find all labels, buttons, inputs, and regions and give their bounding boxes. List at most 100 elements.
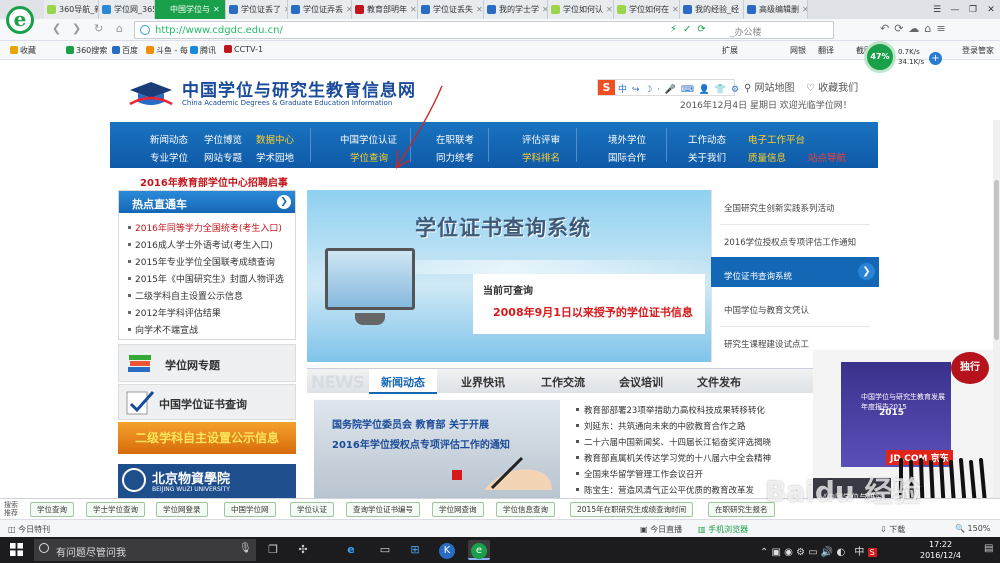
k-app-icon[interactable]: K	[436, 540, 458, 560]
search-recommend-tag[interactable]: 中国学位网	[224, 502, 276, 517]
ime-indicator[interactable]: 中	[854, 547, 864, 558]
browser-tab[interactable]: 学位如何认 ✕	[548, 0, 614, 19]
bookmark-item[interactable]: 收藏	[10, 45, 36, 56]
site-info-icon[interactable]	[140, 25, 150, 35]
tab-title[interactable]: 学位如何在	[629, 4, 669, 15]
store-icon[interactable]: ⊞	[404, 540, 426, 560]
add-icon[interactable]: +	[929, 52, 942, 65]
menu-item[interactable]: 站点导航	[808, 150, 846, 164]
hot-topic-item[interactable]: 二级学科自主设置公示信息	[128, 289, 243, 302]
hero-banner[interactable]: 学位证书查询系统 当前可查询 2008年9月1日以来授予的学位证书信息	[307, 190, 711, 362]
live-label[interactable]: 今日直播	[650, 525, 682, 534]
url-text[interactable]: http://www.cdgdc.edu.cn/	[155, 25, 283, 36]
favorite-link[interactable]: ♡ 收藏我们	[806, 79, 858, 94]
browser-tab[interactable]: 高级编辑删✕	[744, 0, 808, 19]
edge-icon[interactable]: e	[340, 540, 362, 560]
news-list-item[interactable]: 全国来华留学管理工作会议召开	[576, 468, 703, 480]
bookmark-item[interactable]: 360搜索	[66, 45, 107, 56]
tab-close-icon[interactable]: ✕	[410, 5, 417, 14]
search-recommend-tag[interactable]: 2015年在职研究生成绩查询时间	[570, 502, 694, 517]
menu-item[interactable]: 电子工作平台	[748, 132, 805, 146]
live-link[interactable]: ▣ 今日直播	[640, 524, 682, 535]
hot-topic-item[interactable]: 2016年同等学力全国统考(考生入口)	[128, 221, 282, 234]
arrow-right-icon[interactable]: ❯	[277, 195, 291, 209]
360-browser-taskbar-icon[interactable]: e	[468, 540, 490, 560]
tab-title[interactable]: 我的学士学	[499, 4, 539, 15]
sitemap-link[interactable]: ⚲ 网站地图	[744, 79, 795, 94]
cortana-placeholder[interactable]: 有问题尽管问我	[56, 548, 126, 559]
zoom-level[interactable]: 🔍 150%	[955, 524, 990, 533]
hot-topic-item[interactable]: 2016成人学士外语考试(考生入口)	[128, 238, 273, 251]
scrollbar-thumb[interactable]	[994, 180, 999, 340]
news-list-item[interactable]: 陈宝生：营造风清气正公平优质的教育改革发	[576, 484, 754, 496]
menu-item[interactable]: 网站专题	[204, 150, 242, 164]
news-tab[interactable]: 工作交流	[541, 374, 585, 390]
hot-topic-text[interactable]: 2015年《中国研究生》封面人物评选	[135, 275, 284, 285]
tab-close-icon[interactable]: ✕	[476, 5, 483, 14]
subject-publicity-banner[interactable]: 二级学科自主设置公示信息	[118, 422, 296, 454]
input-method-toolbar[interactable]: S 中 ↪ ☽ · 🎤 ⌨ 👤 👕 ⚙	[597, 79, 739, 96]
network-speed-ball[interactable]: 47%	[864, 41, 896, 73]
cortana-search-box[interactable]: 有问题尽管问我	[34, 539, 256, 561]
close-icon[interactable]: ✕	[982, 5, 1000, 15]
news-feature-image[interactable]: 国务院学位委员会 教育部 关于开展 2016年学位授权点专项评估工作的通知	[314, 400, 560, 498]
account-manager-link[interactable]: 登录管家	[962, 45, 994, 56]
toolbar-glyph-icons[interactable]: 中 ↪ ☽ · 🎤 ⌨ 👤 👕 ⚙	[618, 82, 740, 95]
tab-close-icon[interactable]: ✕	[672, 5, 679, 14]
feature-link[interactable]: 研究生课程建设试点工	[724, 338, 809, 350]
today-special-link[interactable]: ◫ 今日特刊	[8, 524, 50, 535]
hot-topic-text[interactable]: 二级学科自主设置公示信息	[135, 292, 243, 302]
bookmark-item[interactable]: 斗鱼 - 每	[146, 45, 188, 56]
search-recommend-tag[interactable]: 学位网登录	[156, 502, 208, 517]
hot-topic-text[interactable]: 2012年学科评估结果	[135, 309, 221, 319]
menu-item[interactable]: 新闻动态	[150, 132, 188, 146]
file-explorer-icon[interactable]: ▭	[374, 540, 396, 560]
menu-item[interactable]: 关于我们	[688, 150, 726, 164]
tab-title[interactable]: 学位证弄丢	[303, 4, 343, 15]
search-hint[interactable]: _办公楼	[730, 25, 762, 38]
bookmark-label[interactable]: 收藏	[20, 46, 36, 55]
browser-tab[interactable]: 我的学士学✕	[484, 0, 548, 19]
search-recommend-tag[interactable]: 学士学位查询	[86, 502, 145, 517]
news-tab[interactable]: 会议培训	[619, 374, 663, 390]
tab-title[interactable]: 学位证丢失	[433, 4, 473, 15]
menu-item[interactable]: 工作动态	[688, 132, 726, 146]
download-label[interactable]: 下载	[889, 525, 905, 534]
browser-tab[interactable]: 中国学位与 ✕	[155, 0, 226, 19]
feature-link[interactable]: 全国研究生创新实践系列活动	[724, 202, 835, 214]
sogou-tray-icon[interactable]: S	[867, 548, 877, 557]
news-tab[interactable]: 业界快讯	[461, 374, 505, 390]
tab-close-icon[interactable]: ✕	[802, 5, 807, 14]
feature-link[interactable]: 学位证书查询系统	[724, 270, 792, 282]
search-recommend-tag[interactable]: 学位信息查询	[496, 502, 555, 517]
tab-title[interactable]: 学位如何认	[563, 4, 603, 15]
tab-title[interactable]: 学位证丢了	[241, 4, 281, 15]
address-tools-icon[interactable]: ⚡✓⟳	[670, 24, 712, 35]
browser-logo-icon[interactable]: e	[6, 6, 34, 34]
menu-item[interactable]: 国际合作	[608, 150, 646, 164]
browser-tab[interactable]: 学位如何在 ✕	[614, 0, 680, 19]
browser-tab[interactable]: 我的经验_经✕	[680, 0, 744, 19]
menu-item[interactable]: 学科排名	[522, 150, 560, 164]
browser-tab[interactable]: 学位证丢失 ✕	[418, 0, 484, 19]
sogou-icon[interactable]: S	[598, 80, 615, 95]
special-topic-card[interactable]: 学位网专题	[118, 344, 296, 382]
browser-tab[interactable]: 学位证丢了✕	[226, 0, 288, 19]
sitemap-label[interactable]: 网站地图	[755, 83, 795, 94]
refresh-icon[interactable]: ↻	[94, 22, 103, 35]
menu-item[interactable]: 专业学位	[150, 150, 188, 164]
fan-app-icon[interactable]: ✣	[292, 540, 314, 560]
news-list-item[interactable]: 教育部直属机关传达学习党的十八届六中全会精神	[576, 452, 771, 464]
mobile-browser-link[interactable]: ▥ 手机浏览器	[698, 524, 748, 535]
feature-link[interactable]: 2016学位授权点专项评估工作通知	[724, 236, 856, 248]
menu-item[interactable]: 境外学位	[608, 132, 646, 146]
university-banner[interactable]: 北京物資學院 BEIJING WUZI UNIVERSITY	[118, 464, 296, 498]
bookmark-label[interactable]: 斗鱼 - 每	[156, 46, 188, 55]
browser-tab[interactable]: 学位网_365✕	[99, 0, 155, 19]
degree-cert-card[interactable]: 中国学位证书查询	[118, 384, 296, 420]
bookmark-label[interactable]: 百度	[122, 46, 138, 55]
system-tray[interactable]: ⌃ ▣ ◉ ⚙ ▭ 🔊 ◐ 中 S	[760, 543, 877, 558]
news-list-item[interactable]: 刘延东：共筑通向未来的中欧教育合作之路	[576, 420, 746, 432]
search-recommend-tag[interactable]: 学位网查询	[432, 502, 484, 517]
toolbar-tool[interactable]: 翻译	[818, 45, 834, 56]
